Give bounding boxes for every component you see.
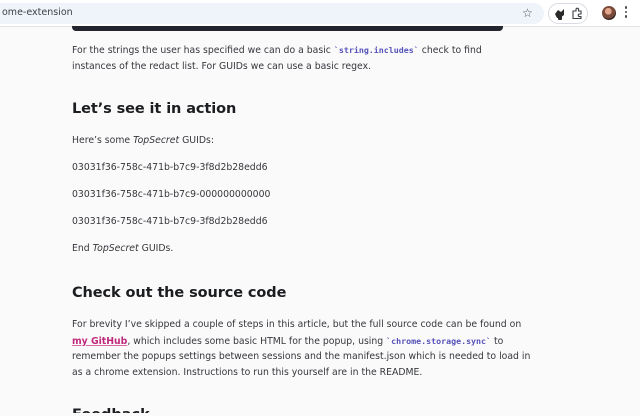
extensions-group — [548, 3, 588, 24]
address-bar[interactable]: ome-extension ☆ — [0, 3, 544, 24]
browser-toolbar: ome-extension ☆ — [0, 0, 640, 27]
source-line-1: For brevity I’ve skipped a couple of ste… — [72, 319, 522, 330]
intro-line-1: For the strings the user has specified w… — [72, 45, 482, 56]
source-line-4: as a chrome extension. Instructions to r… — [72, 367, 423, 378]
puzzle-icon[interactable] — [571, 7, 584, 20]
guids-end: End TopSecret GUIDs. — [72, 243, 174, 254]
redact-extension-icon[interactable] — [552, 6, 567, 21]
inline-code: `string.includes` — [333, 45, 419, 55]
source-line-3: remember the popups settings between ses… — [72, 351, 531, 362]
github-link[interactable]: my GitHub — [72, 336, 127, 347]
kebab-menu-icon[interactable] — [624, 6, 628, 20]
inline-code: `chrome.storage.sync` — [386, 336, 492, 346]
guid-line: 03031f36-758c-471b-b7c9-3f8d2b28edd6 — [72, 162, 268, 173]
intro-line-2: instances of the redact list. For GUIDs … — [72, 61, 372, 72]
avatar[interactable] — [602, 6, 616, 20]
guids-lead: Here’s some TopSecret GUIDs: — [72, 135, 214, 146]
section-heading: Let’s see it in action — [72, 101, 237, 117]
code-block — [72, 26, 503, 31]
url-text[interactable]: ome-extension — [2, 7, 73, 18]
guid-line: 03031f36-758c-471b-b7c9-3f8d2b28edd6 — [72, 216, 268, 227]
guid-line: 03031f36-758c-471b-b7c9-000000000000 — [72, 189, 271, 200]
star-icon[interactable]: ☆ — [521, 7, 534, 20]
section-heading: Check out the source code — [72, 285, 287, 301]
source-line-2: my GitHub, which includes some basic HTM… — [72, 336, 504, 347]
